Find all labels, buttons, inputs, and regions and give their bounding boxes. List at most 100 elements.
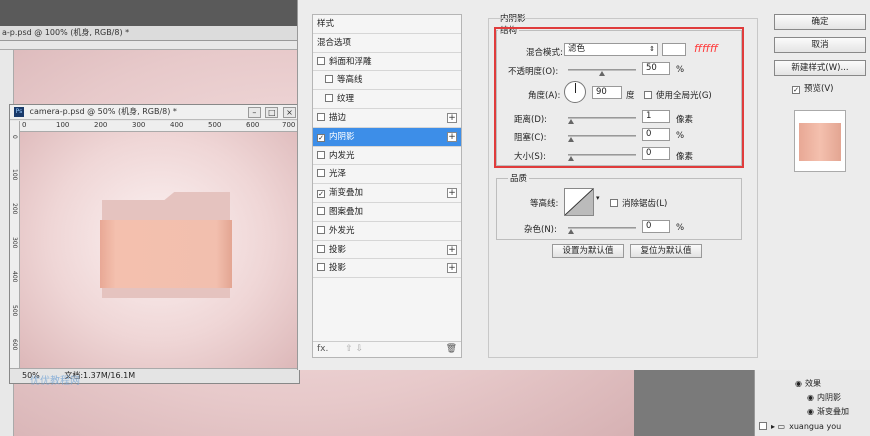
background-document-tab[interactable]: a-p.psd @ 100% (机身, RGB/8) * [0, 26, 300, 41]
close-button[interactable]: × [283, 107, 296, 118]
highlight-annotation-box [494, 27, 744, 168]
ruler-top: 0 100 200 300 400 500 600 700 [20, 121, 299, 132]
chevron-down-icon[interactable]: ▾ [596, 194, 600, 202]
slider-thumb[interactable] [568, 229, 574, 234]
style-list-item[interactable]: 纹理 [313, 90, 461, 109]
checkbox[interactable] [317, 206, 325, 215]
style-list-item[interactable]: 混合选项 [313, 34, 461, 53]
layer-style-dialog: 样式混合选项斜面和浮雕等高线纹理 描边 + ✓ 内阴影 + 内发光光泽 ✓ 渐变叠加 + 图案叠加外… [297, 0, 870, 370]
checkbox[interactable] [325, 94, 333, 103]
style-list-item[interactable]: 内发光 [313, 147, 461, 166]
style-list-item-label: 投影 [329, 263, 347, 274]
document-title: camera-p.psd @ 50% (机身, RGB/8) * [29, 107, 177, 116]
checkbox[interactable] [317, 56, 325, 65]
ruler-tick-label: 600 [246, 121, 260, 129]
layer-effects-row[interactable]: ◉ 效果 [795, 378, 821, 389]
style-list-item-label: 斜面和浮雕 [329, 56, 372, 67]
preview-swatch [799, 123, 841, 161]
folder-front-shape [100, 220, 232, 288]
ruler-tick-label: 300 [11, 237, 18, 249]
background-ruler-top [0, 41, 300, 50]
ruler-tick-label: 400 [170, 121, 184, 129]
checkbox[interactable]: ✓ [317, 133, 325, 142]
checkbox[interactable] [610, 199, 618, 207]
eye-icon[interactable]: ◉ [807, 407, 814, 416]
contour-picker[interactable] [564, 188, 594, 216]
style-list-item[interactable]: 光泽 [313, 165, 461, 185]
watermark-text: 优优教程网 [30, 376, 80, 387]
antialias-label: 消除锯齿(L) [622, 199, 668, 209]
trash-icon[interactable]: 🗑 [446, 342, 457, 357]
checkbox[interactable]: ✓ [792, 86, 800, 94]
checkbox[interactable]: ✓ [317, 190, 325, 199]
maximize-button[interactable]: □ [265, 107, 279, 118]
preview-thumbnail [794, 110, 846, 172]
style-list-item-label: 内发光 [329, 150, 355, 161]
style-list-item[interactable]: 样式 [313, 15, 461, 34]
document-canvas[interactable] [20, 132, 299, 369]
style-list-panel: 样式混合选项斜面和浮雕等高线纹理 描边 + ✓ 内阴影 + 内发光光泽 ✓ 渐变叠加 + 图案叠加外… [312, 14, 462, 358]
quality-legend: 品质 [508, 172, 530, 184]
layers-panel: ◉ 效果 ◉ 内阴影 ◉ 渐变叠加 ▸ ▭ xuangua you [754, 370, 870, 436]
checkbox[interactable] [317, 225, 325, 234]
noise-label: 杂色(N): [524, 225, 557, 235]
ruler-tick-label: 100 [11, 169, 18, 181]
set-default-button[interactable]: 设置为默认值 [552, 244, 624, 258]
ruler-tick-label: 500 [208, 121, 222, 129]
style-list-item-label: 混合选项 [317, 37, 352, 48]
ruler-tick-label: 500 [11, 305, 18, 317]
checkbox[interactable] [317, 112, 325, 121]
visibility-box[interactable] [759, 422, 767, 430]
add-effect-button[interactable]: + [447, 188, 457, 199]
cancel-button[interactable]: 取消 [774, 37, 866, 53]
contour-curve-icon [564, 188, 594, 216]
checkbox[interactable] [317, 263, 325, 272]
style-list-item[interactable]: 投影 + [313, 241, 461, 260]
style-list-item[interactable]: 描边 + [313, 109, 461, 128]
style-list-item-label: 光泽 [329, 169, 347, 180]
add-effect-button[interactable]: + [447, 263, 457, 274]
inner-shadow-effect-label: 内阴影 [816, 393, 841, 402]
folder-icon: ▸ ▭ [771, 422, 786, 431]
checkbox[interactable] [325, 75, 333, 84]
layer-gradient-overlay-row[interactable]: ◉ 渐变叠加 [807, 406, 849, 417]
checkbox[interactable] [317, 244, 325, 253]
style-list-item-label: 内阴影 [329, 131, 355, 142]
eye-icon[interactable]: ◉ [807, 393, 814, 402]
style-list-item[interactable]: 等高线 [313, 71, 461, 91]
style-list-item[interactable]: ✓ 内阴影 + [313, 127, 461, 147]
add-effect-button[interactable]: + [447, 244, 457, 255]
checkbox[interactable] [317, 150, 325, 159]
minimize-button[interactable]: – [247, 107, 261, 118]
group-label: xuangua you [789, 422, 842, 431]
fx-menu-button[interactable]: fx. [317, 344, 328, 354]
noise-input[interactable]: 0 [642, 220, 670, 233]
new-style-button[interactable]: 新建样式(W)... [774, 60, 866, 76]
move-arrows-icon[interactable]: ⇧ ⇩ [345, 344, 363, 354]
eye-icon[interactable]: ◉ [795, 379, 802, 388]
reset-default-button[interactable]: 复位为默认值 [630, 244, 702, 258]
ruler-left: 0 100 200 300 400 500 600 [10, 121, 20, 369]
checkbox[interactable] [317, 169, 325, 178]
style-list-footer: fx. ⇧ ⇩ 🗑 [313, 341, 461, 357]
document-title-bar[interactable]: Ps camera-p.psd @ 50% (机身, RGB/8) * – □ … [10, 105, 299, 120]
style-list-item[interactable]: 外发光 [313, 222, 461, 241]
gradient-overlay-effect-label: 渐变叠加 [816, 407, 849, 416]
style-list-item-label: 等高线 [337, 75, 363, 86]
preview-checkbox[interactable]: ✓ 预览(V) [792, 82, 833, 94]
ruler-tick-label: 200 [11, 203, 18, 215]
noise-slider[interactable] [568, 227, 636, 234]
style-list-item[interactable]: 图案叠加 [313, 203, 461, 222]
style-list-item-label: 图案叠加 [329, 206, 364, 217]
style-list-item[interactable]: 斜面和浮雕 [313, 53, 461, 72]
ok-button[interactable]: 确定 [774, 14, 866, 30]
layer-group-row[interactable]: ▸ ▭ xuangua you [759, 422, 841, 431]
layer-inner-shadow-row[interactable]: ◉ 内阴影 [807, 392, 841, 403]
antialias-checkbox[interactable]: 消除锯齿(L) [610, 197, 667, 209]
style-list-item-label: 样式 [317, 19, 335, 29]
add-effect-button[interactable]: + [447, 112, 457, 123]
style-list-item[interactable]: ✓ 渐变叠加 + [313, 184, 461, 203]
ruler-tick-label: 700 [282, 121, 296, 129]
add-effect-button[interactable]: + [447, 131, 457, 142]
style-list-item[interactable]: 投影 + [313, 259, 461, 279]
